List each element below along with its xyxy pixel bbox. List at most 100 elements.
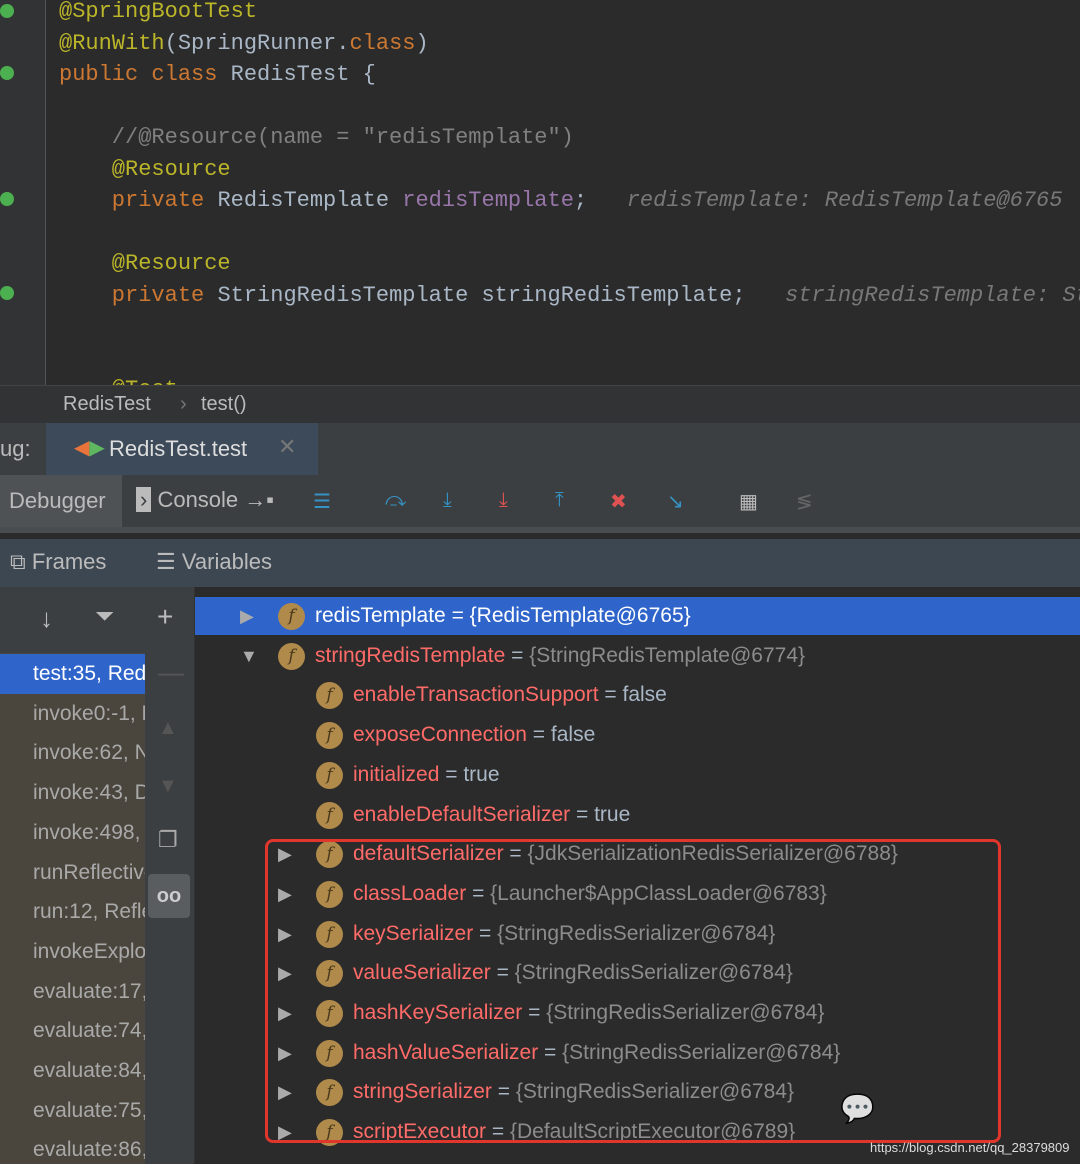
frame-item[interactable]: evaluate:75, RunBeforeTestMethodCallback… [0, 1091, 145, 1131]
equals-sign: = [505, 644, 529, 667]
step-out-icon[interactable]: ⤒ [555, 489, 564, 519]
variable-row[interactable]: ▼fstringRedisTemplate = {StringRedisTemp… [195, 637, 1080, 675]
variable-value: {RedisTemplate@6765} [470, 604, 691, 627]
run-test-icon[interactable] [0, 66, 14, 80]
variables-label: Variables [182, 549, 272, 574]
code-line: //@Resource(name = "redisTemplate") [59, 122, 574, 153]
variable-row[interactable]: finitialized = true [195, 756, 1080, 794]
code-token: @RunWith [59, 31, 165, 56]
frame-item[interactable]: test:35, RedisTest [0, 654, 145, 694]
equals-sign: = [446, 604, 470, 627]
debug-label: ug: [0, 436, 31, 462]
frames-icon: ⧉ [10, 549, 26, 574]
variable-value: true [594, 803, 630, 826]
equals-sign: = [527, 723, 551, 746]
field-icon: f [316, 762, 343, 789]
frame-item[interactable]: runReflectiveCall:50, FrameworkMethod$1 [0, 853, 145, 893]
drop-frame-icon[interactable]: ✖ [610, 489, 627, 519]
step-over-icon[interactable]: ⤼ [385, 489, 406, 519]
frames-list[interactable]: ↓ ⏷ test:35, RedisTestinvoke0:-1, Native… [0, 587, 145, 1164]
step-into-icon[interactable]: ⤓ [443, 489, 452, 519]
frame-item[interactable]: invoke0:-1, NativeMethodAccessorImpl [0, 694, 145, 734]
tab-label: RedisTest.test [109, 436, 247, 462]
frame-item[interactable]: invokeExplosively:47, FrameworkMethod [0, 932, 145, 972]
frame-item[interactable]: evaluate:84, RunAfterTestExecutionCallba… [0, 1051, 145, 1091]
frame-item[interactable]: run:12, ReflectiveCallable [0, 892, 145, 932]
breadcrumb-class[interactable]: RedisTest [63, 393, 151, 416]
panel-header: ⧉ Frames ☰ Variables [0, 539, 1080, 587]
tab-frames[interactable]: ⧉ Frames [10, 549, 106, 575]
code-token: class [349, 31, 415, 56]
code-token: redisTemplate: RedisTemplate@6765 [614, 188, 1063, 213]
spring-bean-icon [0, 4, 14, 18]
code-token: StringRedisTemplate stringRedisTemplate; [217, 283, 772, 308]
tab-redistest-test[interactable]: ◀▶ RedisTest.test ✕ [46, 423, 318, 475]
arrow-down-icon[interactable]: ↓ [40, 603, 53, 634]
move-up-icon[interactable]: ▲ [158, 717, 178, 740]
equals-sign: = [439, 763, 463, 786]
remove-watch-icon[interactable]: — [158, 657, 184, 688]
frame-item[interactable]: evaluate:17, InvokeMethod [0, 972, 145, 1012]
equals-sign: = [570, 803, 594, 826]
trace-stream-icon[interactable]: ≶ [796, 489, 813, 519]
code-line: @Test [59, 374, 178, 385]
variable-name: stringRedisTemplate [315, 644, 505, 667]
field-icon: f [316, 722, 343, 749]
force-step-into-icon[interactable]: ⤓ [499, 489, 508, 519]
code-token: redisTemplate [402, 188, 574, 213]
bean-navigate-icon[interactable] [0, 192, 14, 206]
console-label: Console [157, 487, 238, 512]
variable-value: false [551, 723, 595, 746]
code-line: private StringRedisTemplate stringRedisT… [59, 280, 1080, 311]
variable-row[interactable]: ▶fredisTemplate = {RedisTemplate@6765} [195, 597, 1080, 635]
show-execution-point-icon[interactable]: ☰ [313, 489, 331, 519]
frame-item[interactable]: invoke:498, Method [0, 813, 145, 853]
tab-variables[interactable]: ☰ Variables [156, 549, 272, 575]
highlight-box [265, 839, 1001, 1143]
collapse-arrow-icon[interactable]: ▼ [240, 637, 258, 675]
frame-item[interactable]: evaluate:74, RunBeforeTestExecutionCallb… [0, 1011, 145, 1051]
breadcrumb-method[interactable]: test() [201, 393, 247, 416]
code-token: ) [415, 31, 428, 56]
console-icon: › [136, 487, 151, 512]
code-editor[interactable]: @SpringBootTest @RunWith(SpringRunner.cla… [0, 0, 1080, 385]
code-token: private [59, 188, 217, 213]
code-line: @RunWith(SpringRunner.class) [59, 28, 429, 59]
copy-icon[interactable]: ❐ [158, 827, 178, 853]
add-watch-icon[interactable]: + [157, 601, 173, 633]
code-token: @Test [59, 377, 178, 385]
debug-toolbar: Debugger › Console →▪ ☰ ⤼ ⤓ ⤓ ⤒ ✖ ↘ ▦ ≶ [0, 475, 1080, 533]
code-token: ; [574, 188, 614, 213]
code-token: @Resource [59, 157, 231, 182]
frames-toolbar: ↓ ⏷ [0, 587, 145, 653]
bean-navigate-icon[interactable] [0, 286, 14, 300]
expand-arrow-icon[interactable]: ▶ [240, 597, 254, 635]
close-icon[interactable]: ✕ [278, 434, 296, 460]
pin-icon: →▪ [244, 487, 274, 512]
evaluate-expression-icon[interactable]: ▦ [739, 489, 758, 519]
variable-row[interactable]: fenableDefaultSerializer = true [195, 796, 1080, 834]
filter-icon[interactable]: ⏷ [95, 603, 114, 631]
watermark: 💬 [840, 1092, 875, 1125]
code-line: @Resource [59, 248, 231, 279]
variable-name: initialized [353, 763, 439, 786]
watermark-url: https://blog.csdn.net/qq_28379809 [870, 1140, 1070, 1155]
frame-item[interactable]: invoke:62, NativeMethodAccessorImpl [0, 733, 145, 773]
code-token: @Resource [59, 251, 231, 276]
code-token: @SpringBootTest [59, 0, 257, 24]
variable-row[interactable]: fexposeConnection = false [195, 716, 1080, 754]
variable-value: {StringRedisTemplate@6774} [529, 644, 805, 667]
breadcrumb-separator-icon: › [180, 393, 187, 416]
tab-console[interactable]: › Console →▪ [136, 487, 274, 517]
frame-item[interactable]: invoke:43, DelegatingMethodAccessorImpl [0, 773, 145, 813]
tab-debugger[interactable]: Debugger [9, 488, 106, 518]
variable-name: enableDefaultSerializer [353, 803, 570, 826]
code-token: //@Resource(name = "redisTemplate") [59, 125, 574, 150]
code-line: public class RedisTest { [59, 59, 376, 90]
equals-sign: = [599, 683, 623, 706]
run-to-cursor-icon[interactable]: ↘ [667, 489, 684, 519]
frame-item[interactable]: evaluate:86, RunAfterTestMethodCallbacks [0, 1130, 145, 1164]
variable-row[interactable]: fenableTransactionSupport = false [195, 676, 1080, 714]
move-down-icon[interactable]: ▼ [158, 775, 178, 798]
watches-glasses-icon[interactable]: oo [148, 874, 190, 918]
